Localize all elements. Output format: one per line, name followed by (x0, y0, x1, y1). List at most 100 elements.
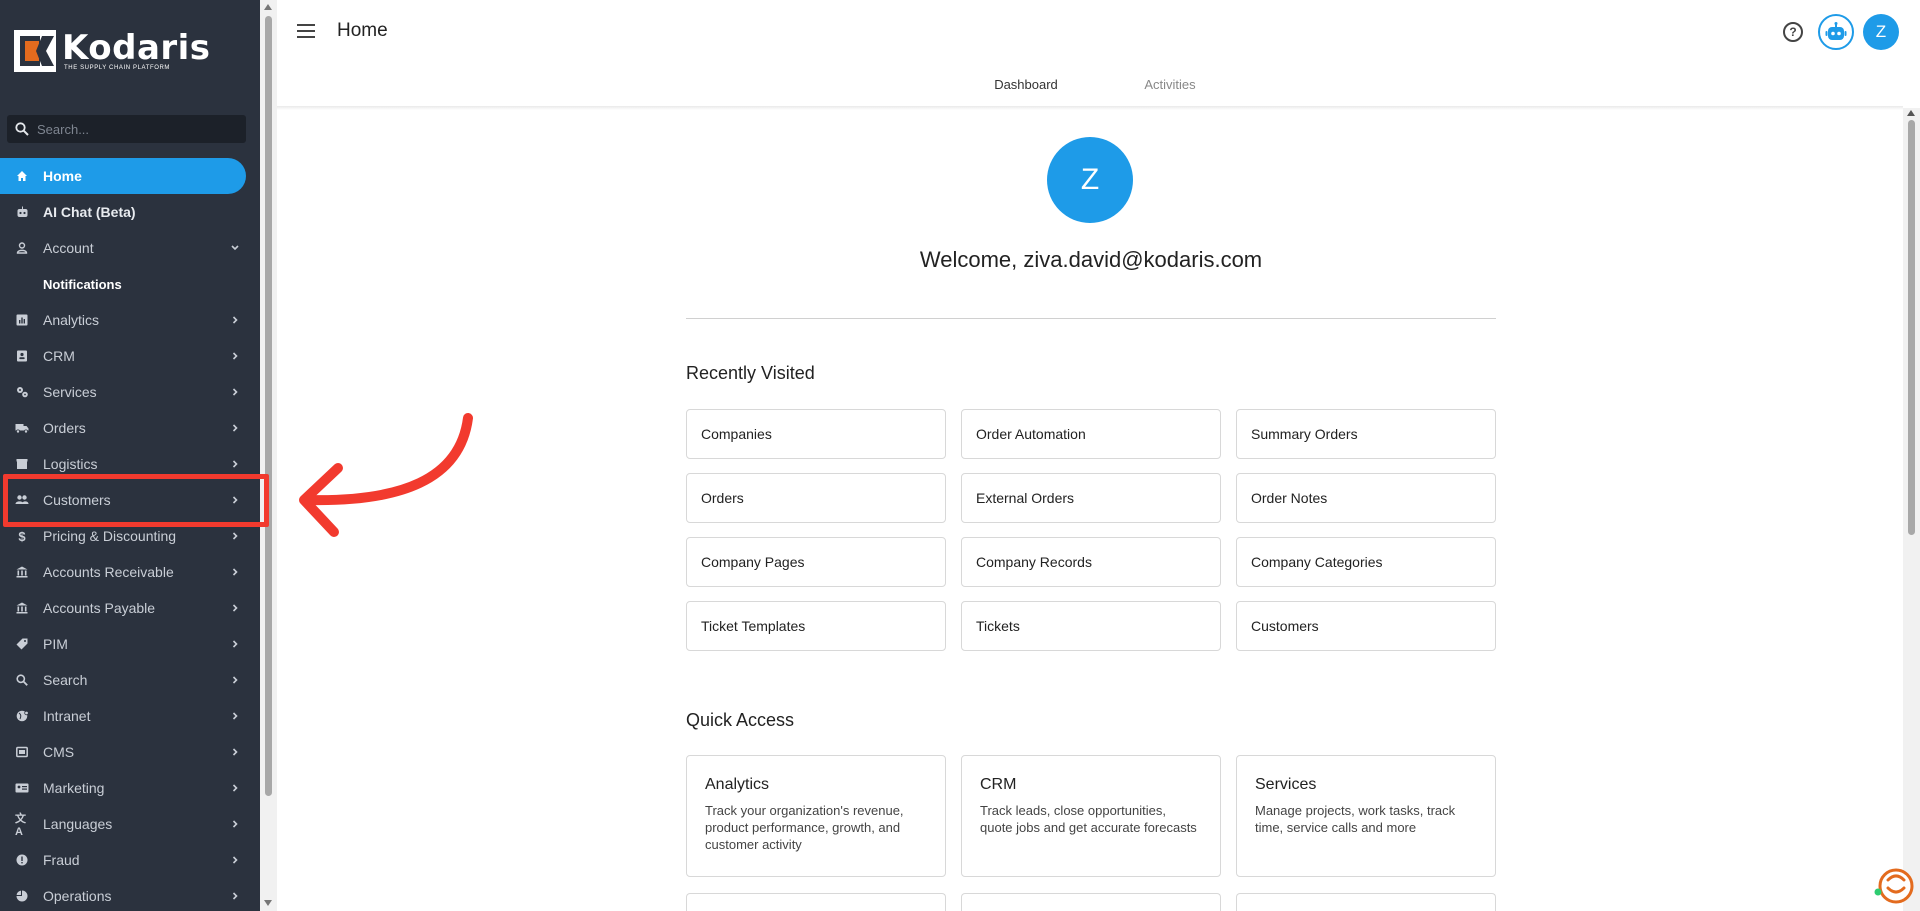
page-title: Home (337, 20, 388, 41)
recent-link-external-orders[interactable]: External Orders (961, 473, 1221, 523)
scroll-up-arrow-icon[interactable] (1907, 110, 1915, 116)
recently-visited-title: Recently Visited (686, 363, 815, 383)
sidebar-item-account[interactable]: Account (0, 230, 260, 266)
chevron-right-icon (228, 385, 242, 399)
recent-link-company-pages[interactable]: Company Pages (686, 537, 946, 587)
sidebar-search-input[interactable] (37, 121, 227, 137)
recent-link-order-notes[interactable]: Order Notes (1236, 473, 1496, 523)
recent-link-company-records[interactable]: Company Records (961, 537, 1221, 587)
recent-link-tickets[interactable]: Tickets (961, 601, 1221, 651)
sidebar-search[interactable] (7, 115, 246, 143)
recent-link-customers[interactable]: Customers (1236, 601, 1496, 651)
welcome-message: Welcome, ziva.david@kodaris.com (919, 247, 1263, 272)
sidebar-item-label: Home (43, 168, 82, 184)
sidebar-item-marketing[interactable]: Marketing (0, 770, 260, 806)
sidebar-item-operations[interactable]: Operations (0, 878, 260, 911)
contact-card-icon (15, 349, 29, 363)
quick-access-card-desc: Track leads, close opportunities, quote … (980, 803, 1197, 835)
search-icon (15, 122, 29, 136)
chevron-right-icon (228, 349, 242, 363)
sidebar-item-accounts-payable[interactable]: Accounts Payable (0, 590, 260, 626)
recent-link-order-automation[interactable]: Order Automation (961, 409, 1221, 459)
quick-access-card-title: Analytics (705, 776, 770, 793)
sidebar-item-label: Accounts Receivable (43, 564, 174, 580)
robot-icon (1825, 22, 1847, 40)
sidebar-item-services[interactable]: Services (0, 374, 260, 410)
quick-access-services[interactable]: Services Manage projects, work tasks, tr… (1236, 755, 1496, 877)
sidebar-item-home[interactable]: Home (0, 158, 246, 194)
sidebar-item-intranet[interactable]: Intranet (0, 698, 260, 734)
sidebar-item-accounts-receivable[interactable]: Accounts Receivable (0, 554, 260, 590)
recent-link-ticket-templates[interactable]: Ticket Templates (686, 601, 946, 651)
quick-access-card-partial[interactable] (1236, 893, 1496, 911)
sidebar-item-label: Logistics (43, 456, 98, 472)
sidebar-item-crm[interactable]: CRM (0, 338, 260, 374)
pie-icon (15, 889, 29, 903)
sidebar-item-label: PIM (43, 636, 68, 652)
sidebar-item-label: Pricing & Discounting (43, 528, 177, 544)
sidebar-item-ai-chat[interactable]: AI Chat (Beta) (0, 194, 260, 230)
kodaris-logo[interactable]: Kodaris THE SUPPLY CHAIN PLATFORM (14, 30, 211, 72)
quick-access-analytics[interactable]: Analytics Track your organization's reve… (686, 755, 946, 877)
sidebar-item-fraud[interactable]: Fraud (0, 842, 260, 878)
sidebar-item-orders[interactable]: Orders (0, 410, 260, 446)
chevron-right-icon (228, 457, 242, 471)
quick-access-card-title: Services (1255, 776, 1317, 793)
recent-link-company-categories[interactable]: Company Categories (1236, 537, 1496, 587)
scroll-up-arrow-icon[interactable] (264, 4, 272, 10)
customers-highlight-box (3, 474, 269, 527)
logo-tagline: THE SUPPLY CHAIN PLATFORM (64, 65, 171, 71)
sidebar-item-label: Account (43, 240, 94, 256)
quick-access-card-partial[interactable] (961, 893, 1221, 911)
sidebar-item-notifications[interactable]: Notifications (0, 266, 260, 302)
recent-link-companies[interactable]: Companies (686, 409, 946, 459)
sidebar-item-languages[interactable]: 文A Languages (0, 806, 260, 842)
user-avatar[interactable]: Z (1863, 14, 1899, 50)
sidebar-scroll-thumb[interactable] (265, 16, 272, 796)
chevron-down-icon (228, 241, 242, 255)
sidebar-item-label: CRM (43, 348, 75, 364)
tabs-divider (277, 106, 1903, 110)
gears-icon (15, 385, 29, 399)
recent-link-orders[interactable]: Orders (686, 473, 946, 523)
chat-widget-button[interactable] (1874, 866, 1914, 906)
globe-icon (15, 709, 29, 723)
sidebar-item-label: Marketing (43, 780, 105, 796)
tab-dashboard[interactable]: Dashboard (954, 68, 1098, 108)
ai-assistant-button[interactable] (1818, 14, 1854, 50)
sidebar-item-pim[interactable]: PIM (0, 626, 260, 662)
search-icon (15, 673, 29, 687)
chevron-right-icon (228, 745, 242, 759)
recent-link-summary-orders[interactable]: Summary Orders (1236, 409, 1496, 459)
sidebar-item-analytics[interactable]: Analytics (0, 302, 260, 338)
tag-icon (15, 637, 29, 651)
sidebar-item-label: Languages (43, 816, 113, 832)
quick-access-card-partial[interactable] (686, 893, 946, 911)
sidebar-item-label: CMS (43, 744, 75, 760)
sidebar-scrollbar[interactable] (260, 0, 277, 911)
sidebar-item-search[interactable]: Search (0, 662, 260, 698)
chevron-right-icon (228, 709, 242, 723)
sidebar-item-label: Orders (43, 420, 86, 436)
scroll-down-arrow-icon[interactable] (264, 900, 272, 906)
chevron-right-icon (228, 529, 242, 543)
quick-access-card-desc: Track your organization's revenue, produ… (705, 803, 904, 852)
main-scroll-thumb[interactable] (1908, 120, 1915, 535)
divider (686, 318, 1496, 319)
alert-icon (15, 853, 29, 867)
chevron-right-icon (228, 565, 242, 579)
sidebar-item-label: AI Chat (Beta) (43, 204, 136, 220)
translate-icon: 文A (15, 813, 26, 838)
quick-access-crm[interactable]: CRM Track leads, close opportunities, qu… (961, 755, 1221, 877)
window-icon (15, 745, 29, 759)
home-icon (15, 169, 29, 183)
chevron-right-icon (228, 889, 242, 903)
tab-activities[interactable]: Activities (1098, 68, 1242, 108)
sidebar-item-cms[interactable]: CMS (0, 734, 260, 770)
chevron-right-icon (228, 601, 242, 615)
hamburger-menu-icon[interactable] (297, 24, 315, 40)
truck-icon (15, 421, 29, 435)
main-scrollbar[interactable] (1903, 108, 1920, 911)
help-icon[interactable]: ? (1783, 22, 1803, 42)
quick-access-title: Quick Access (686, 710, 795, 730)
